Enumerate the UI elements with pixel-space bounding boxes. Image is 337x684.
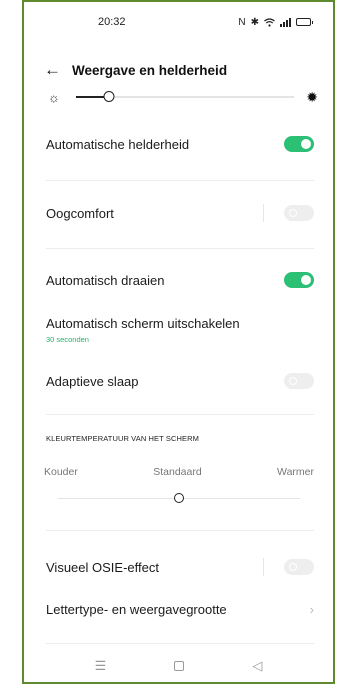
standard-label: Standaard — [153, 466, 202, 478]
cooler-label: Kouder — [44, 466, 78, 478]
signal-icon — [280, 17, 291, 27]
divider — [46, 643, 314, 644]
osie-toggle[interactable] — [284, 559, 314, 575]
phone-frame: 20:32 N ✱ ← Weergave en helderheid ☼ ✹ A… — [22, 0, 335, 684]
battery-icon — [296, 18, 313, 26]
font-size-label: Lettertype- en weergavegrootte — [46, 602, 227, 617]
back-arrow-icon[interactable]: ← — [44, 60, 72, 80]
color-temperature-header: KLEURTEMPERATUUR VAN HET SCHERM — [46, 434, 199, 443]
brightness-slider[interactable]: ☼ ✹ — [48, 86, 318, 108]
screen-timeout-value: 30 seconden — [46, 335, 89, 344]
page-title: Weergave en helderheid — [72, 62, 228, 78]
auto-brightness-toggle[interactable] — [284, 136, 314, 152]
divider — [46, 414, 314, 415]
brightness-track[interactable] — [76, 91, 294, 102]
divider — [46, 248, 314, 249]
vertical-separator — [263, 558, 264, 576]
color-temperature-thumb[interactable] — [174, 493, 184, 503]
brightness-thumb[interactable] — [103, 91, 115, 102]
status-icons: N ✱ — [238, 16, 313, 28]
color-temperature-slider[interactable] — [58, 493, 300, 503]
auto-rotate-label: Automatisch draaien — [46, 272, 165, 288]
chevron-right-icon: › — [309, 602, 314, 617]
font-size-row[interactable]: Lettertype- en weergavegrootte › — [46, 602, 314, 617]
osie-label: Visueel OSIE-effect — [46, 559, 159, 575]
menu-icon[interactable]: ☰ — [95, 658, 107, 674]
home-icon[interactable] — [174, 661, 185, 671]
status-bar: 20:32 N ✱ — [24, 2, 333, 42]
adaptive-sleep-toggle[interactable] — [284, 373, 314, 389]
eye-comfort-controls — [263, 204, 314, 222]
bluetooth-icon: ✱ — [250, 16, 259, 28]
warmer-label: Warmer — [277, 466, 314, 478]
screen-timeout-row[interactable]: Automatisch scherm uitschakelen 30 secon… — [46, 316, 314, 344]
adaptive-sleep-label: Adaptieve slaap — [46, 373, 139, 389]
back-icon[interactable]: ◁ — [252, 658, 262, 674]
app-bar: ← Weergave en helderheid — [24, 54, 333, 86]
auto-brightness-row[interactable]: Automatische helderheid — [46, 136, 314, 152]
screen-timeout-label: Automatisch scherm uitschakelen — [46, 316, 240, 331]
auto-rotate-toggle[interactable] — [284, 272, 314, 288]
status-time: 20:32 — [98, 16, 126, 28]
vertical-separator — [263, 204, 264, 222]
wifi-icon — [264, 17, 275, 27]
osie-row[interactable]: Visueel OSIE-effect — [46, 558, 314, 576]
divider — [46, 180, 314, 181]
auto-rotate-row[interactable]: Automatisch draaien — [46, 272, 314, 288]
osie-controls — [263, 558, 314, 576]
adaptive-sleep-row[interactable]: Adaptieve slaap — [46, 373, 314, 389]
eye-comfort-row[interactable]: Oogcomfort — [46, 204, 314, 222]
nfc-icon: N — [238, 16, 246, 28]
eye-comfort-label: Oogcomfort — [46, 205, 114, 221]
auto-brightness-label: Automatische helderheid — [46, 136, 190, 152]
low-brightness-icon: ☼ — [48, 89, 60, 105]
eye-comfort-toggle[interactable] — [284, 205, 314, 221]
divider — [46, 530, 314, 531]
navigation-bar: ☰ ◁ — [24, 654, 333, 678]
high-brightness-icon: ✹ — [306, 88, 318, 105]
color-temperature-labels: Kouder Standaard Warmer — [44, 466, 314, 478]
